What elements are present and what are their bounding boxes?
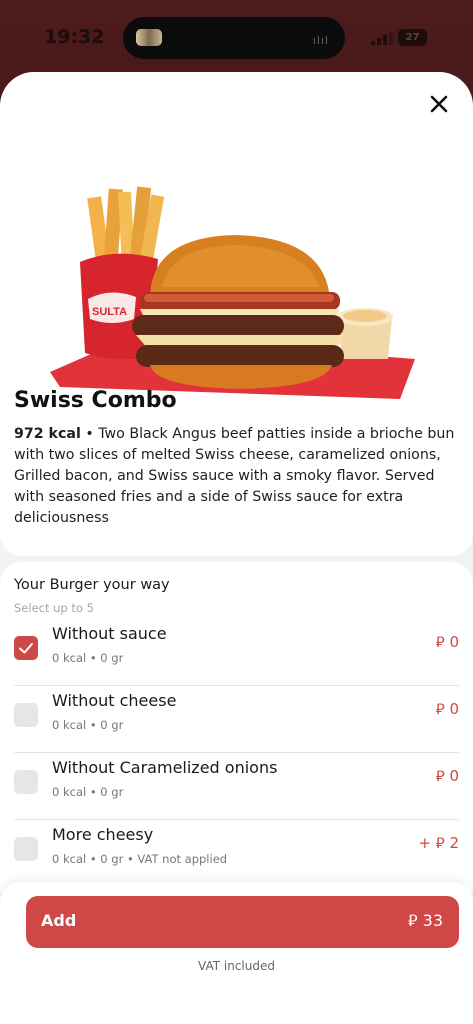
option-meta: 0 kcal • 0 gr [52, 785, 124, 799]
audio-wave-icon: ılıl [312, 34, 329, 47]
option-meta: 0 kcal • 0 gr [52, 651, 124, 665]
battery-level: 27 [405, 32, 420, 43]
checkbox-checked[interactable] [14, 636, 38, 660]
option-without-cheese[interactable]: Without cheese 0 kcal • 0 gr ⃁ 0 [0, 687, 473, 753]
status-bar: 19:32 ılıl 27 [0, 0, 473, 70]
option-price: ⃁ 0 [435, 633, 459, 651]
checkbox-unchecked[interactable] [14, 703, 38, 727]
checkbox-unchecked[interactable] [14, 770, 38, 794]
option-meta: 0 kcal • 0 gr [52, 718, 124, 732]
customization-card: Your Burger your way Select up to 5 With… [0, 562, 473, 892]
checkbox-unchecked[interactable] [14, 837, 38, 861]
product-description: 972 kcal • Two Black Angus beef patties … [14, 424, 460, 529]
box-brand-text: SULTA [92, 306, 127, 318]
add-button-price: ⃁ 33 [408, 911, 443, 930]
add-to-cart-button[interactable]: Add ⃁ 33 [26, 896, 459, 948]
dynamic-island: ılıl [123, 17, 345, 59]
now-playing-thumbnail-icon [136, 29, 162, 46]
burger-combo-image: SULTA [50, 186, 415, 399]
burger [132, 235, 344, 389]
divider [14, 819, 459, 820]
options-group-subtitle: Select up to 5 [14, 601, 94, 615]
option-without-caramelized-onions[interactable]: Without Caramelized onions 0 kcal • 0 gr… [0, 754, 473, 820]
sauce-cup [337, 308, 393, 359]
option-more-cheesy[interactable]: More cheesy 0 kcal • 0 gr • VAT not appl… [0, 821, 473, 887]
product-title: Swiss Combo [14, 388, 177, 413]
options-group-title: Your Burger your way [14, 577, 170, 593]
footer-bar: Add ⃁ 33 VAT included [0, 882, 473, 1024]
product-kcal: 972 kcal [14, 426, 81, 442]
option-name: Without Caramelized onions [52, 758, 278, 777]
cellular-signal-icon [371, 32, 393, 45]
option-name: Without cheese [52, 691, 177, 710]
close-button[interactable] [425, 90, 453, 118]
option-without-sauce[interactable]: Without sauce 0 kcal • 0 gr ⃁ 0 [0, 620, 473, 686]
checkmark-icon [19, 643, 33, 654]
status-time: 19:32 [44, 26, 105, 48]
option-name: Without sauce [52, 624, 167, 643]
option-name: More cheesy [52, 825, 154, 844]
divider [14, 685, 459, 686]
product-details-card: SULTA Swiss Combo 972 kcal • Two Black A… [0, 72, 473, 556]
close-icon [430, 95, 448, 113]
vat-note: VAT included [198, 959, 275, 973]
option-price: ⃁ 0 [435, 767, 459, 785]
battery-icon: 27 [398, 29, 427, 46]
option-meta: 0 kcal • 0 gr • VAT not applied [52, 852, 228, 866]
option-price: ⃁ 0 [435, 700, 459, 718]
add-button-label: Add [41, 911, 77, 930]
divider [14, 752, 459, 753]
kcal-separator: • [80, 426, 99, 442]
product-sheet: SULTA Swiss Combo 972 kcal • Two Black A… [0, 72, 473, 1024]
option-price: + ⃁ 2 [418, 834, 459, 852]
